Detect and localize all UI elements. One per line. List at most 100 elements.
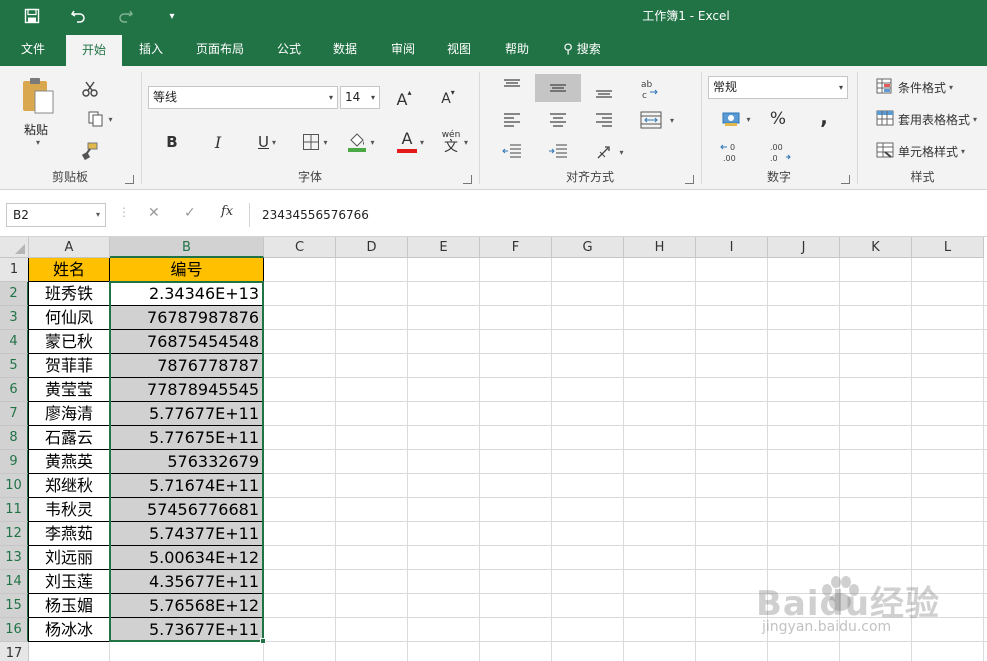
row-header-8[interactable]: 8	[0, 426, 29, 450]
cell-b15[interactable]: 5.76568E+12	[110, 594, 264, 618]
align-bottom-icon[interactable]	[590, 80, 618, 104]
cell-b6[interactable]: 77878945545	[110, 378, 264, 402]
clipboard-launcher-icon[interactable]	[125, 175, 134, 184]
cell-a3[interactable]: 何仙凤	[29, 306, 110, 330]
wrap-text-icon[interactable]: ▾	[590, 140, 630, 164]
tab-file[interactable]: 文件	[10, 32, 56, 66]
tab-review[interactable]: 审阅	[380, 32, 426, 66]
name-box[interactable]: B2 ▾	[6, 203, 106, 227]
cell-a14[interactable]: 刘玉莲	[29, 570, 110, 594]
cell-b9[interactable]: 576332679	[110, 450, 264, 474]
tab-formulas[interactable]: 公式	[266, 32, 312, 66]
column-header-i[interactable]: I	[696, 237, 768, 258]
cell-b13[interactable]: 5.00634E+12	[110, 546, 264, 570]
cell-a10[interactable]: 郑继秋	[29, 474, 110, 498]
tab-view[interactable]: 视图	[436, 32, 482, 66]
row-header-11[interactable]: 11	[0, 498, 29, 522]
cell-a5[interactable]: 贺菲菲	[29, 354, 110, 378]
column-header-g[interactable]: G	[552, 237, 624, 258]
cell-b3[interactable]: 76787987876	[110, 306, 264, 330]
column-header-b[interactable]: B	[110, 237, 264, 258]
formula-input[interactable]: 23434556576766	[249, 203, 987, 227]
font-size-select[interactable]: 14 ▾	[340, 86, 380, 109]
tab-page-layout[interactable]: 页面布局	[188, 32, 252, 66]
copy-icon[interactable]: ▾	[78, 108, 122, 130]
alignment-launcher-icon[interactable]	[685, 175, 694, 184]
column-header-j[interactable]: J	[768, 237, 840, 258]
cell-a12[interactable]: 李燕茹	[29, 522, 110, 546]
column-header-k[interactable]: K	[840, 237, 912, 258]
increase-decimal-icon[interactable]: 0.00	[716, 140, 750, 166]
cell-a8[interactable]: 石露云	[29, 426, 110, 450]
format-painter-icon[interactable]	[78, 140, 102, 162]
comma-style-button[interactable]: ,	[810, 104, 838, 130]
row-header-14[interactable]: 14	[0, 570, 29, 594]
cell-b10[interactable]: 5.71674E+11	[110, 474, 264, 498]
font-launcher-icon[interactable]	[463, 175, 472, 184]
column-header-e[interactable]: E	[408, 237, 480, 258]
column-header-f[interactable]: F	[480, 237, 552, 258]
align-center-icon[interactable]	[544, 108, 572, 132]
accounting-format-icon[interactable]: ▾	[716, 106, 756, 132]
cell-a7[interactable]: 廖海清	[29, 402, 110, 426]
row-header-16[interactable]: 16	[0, 618, 29, 642]
tab-search[interactable]: ⚲ 搜索	[552, 32, 612, 66]
row-header-2[interactable]: 2	[0, 282, 29, 306]
column-header-d[interactable]: D	[336, 237, 408, 258]
cell-styles-button[interactable]: 单元格样式 ▾	[876, 140, 986, 162]
cut-icon[interactable]	[78, 78, 102, 100]
column-header-c[interactable]: C	[264, 237, 336, 258]
decrease-indent-icon[interactable]	[498, 140, 526, 164]
cell-a16[interactable]: 杨冰冰	[29, 618, 110, 642]
row-header-12[interactable]: 12	[0, 522, 29, 546]
bold-button[interactable]: B	[160, 130, 184, 154]
align-left-icon[interactable]	[498, 108, 526, 132]
row-header-5[interactable]: 5	[0, 354, 29, 378]
phonetic-dropdown-icon[interactable]: ▾	[464, 138, 468, 147]
fill-color-icon[interactable]: ▾	[342, 128, 380, 156]
fill-handle[interactable]	[260, 638, 266, 644]
paste-label[interactable]: 粘贴	[24, 121, 48, 138]
row-header-9[interactable]: 9	[0, 450, 29, 474]
cell-b16[interactable]: 5.73677E+11	[110, 618, 264, 642]
cell-a13[interactable]: 刘远丽	[29, 546, 110, 570]
row-header-6[interactable]: 6	[0, 378, 29, 402]
italic-button[interactable]: I	[206, 130, 230, 154]
cell-b4[interactable]: 76875454548	[110, 330, 264, 354]
row-header-4[interactable]: 4	[0, 330, 29, 354]
cell-b12[interactable]: 5.74377E+11	[110, 522, 264, 546]
paste-dropdown-icon[interactable]: ▾	[36, 138, 40, 147]
cell-a6[interactable]: 黄莹莹	[29, 378, 110, 402]
row-header-3[interactable]: 3	[0, 306, 29, 330]
column-header-h[interactable]: H	[624, 237, 696, 258]
number-launcher-icon[interactable]	[841, 175, 850, 184]
grow-font-icon[interactable]: A ▴	[392, 88, 416, 110]
font-name-select[interactable]: 等线 ▾	[148, 86, 338, 109]
cell-a9[interactable]: 黄燕英	[29, 450, 110, 474]
font-color-dropdown-icon[interactable]: ▾	[420, 138, 424, 147]
cell-b7[interactable]: 5.77677E+11	[110, 402, 264, 426]
cell-b2[interactable]: 2.34346E+13	[110, 282, 264, 306]
row-header-13[interactable]: 13	[0, 546, 29, 570]
borders-icon[interactable]: ▾	[296, 130, 334, 154]
select-all-button[interactable]	[0, 237, 29, 258]
row-header-15[interactable]: 15	[0, 594, 29, 618]
cancel-icon[interactable]: ✕	[148, 205, 160, 221]
merge-center-icon[interactable]: ▾	[632, 108, 682, 132]
underline-button[interactable]: U ▾	[250, 130, 284, 154]
orientation-icon[interactable]: ab c	[635, 76, 663, 102]
number-format-select[interactable]: 常规 ▾	[708, 76, 848, 99]
cell-b1[interactable]: 编号	[110, 258, 264, 282]
align-top-icon[interactable]	[498, 74, 526, 98]
decrease-decimal-icon[interactable]: .00.0	[762, 140, 796, 166]
percent-style-button[interactable]: %	[764, 106, 792, 132]
cell-a2[interactable]: 班秀铁	[29, 282, 110, 306]
cell-a15[interactable]: 杨玉媚	[29, 594, 110, 618]
cell-a1[interactable]: 姓名	[29, 258, 110, 282]
row-header-1[interactable]: 1	[0, 258, 29, 282]
row-header-17[interactable]: 17	[0, 642, 29, 661]
tab-help[interactable]: 帮助	[494, 32, 540, 66]
cell-a11[interactable]: 韦秋灵	[29, 498, 110, 522]
cell-b8[interactable]: 5.77675E+11	[110, 426, 264, 450]
tab-insert[interactable]: 插入	[128, 32, 174, 66]
